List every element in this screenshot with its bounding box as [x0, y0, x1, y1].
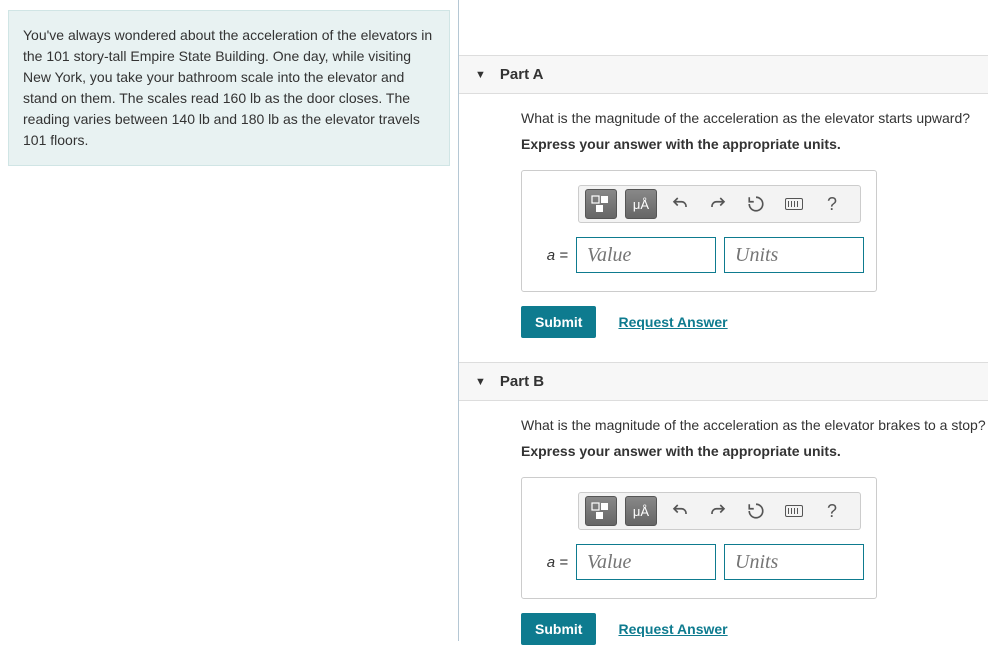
problem-statement: You've always wondered about the acceler… — [8, 10, 450, 166]
redo-icon[interactable] — [703, 189, 733, 219]
part-b-input-area: μÅ ? a = — [521, 477, 877, 599]
part-b-header[interactable]: ▼ Part B — [459, 362, 988, 401]
template-icon[interactable] — [585, 496, 617, 526]
part-b-variable-label: a = — [534, 554, 568, 571]
part-a-instruction: Express your answer with the appropriate… — [521, 136, 988, 152]
keyboard-icon[interactable] — [779, 496, 809, 526]
part-a-input-row: a = — [534, 237, 864, 273]
part-a-submit-button[interactable]: Submit — [521, 306, 596, 338]
reset-icon[interactable] — [741, 496, 771, 526]
part-a-title: Part A — [500, 66, 544, 83]
part-b-submit-button[interactable]: Submit — [521, 613, 596, 645]
part-b-title: Part B — [500, 373, 544, 390]
part-b-actions: Submit Request Answer — [521, 613, 988, 645]
part-a-toolbar: μÅ ? — [578, 185, 861, 223]
part-b-toolbar: μÅ ? — [578, 492, 861, 530]
units-symbol-icon[interactable]: μÅ — [625, 189, 657, 219]
part-a-actions: Submit Request Answer — [521, 306, 988, 338]
part-b-value-input[interactable] — [576, 544, 716, 580]
part-b-units-input[interactable] — [724, 544, 864, 580]
undo-icon[interactable] — [665, 189, 695, 219]
help-icon[interactable]: ? — [817, 189, 847, 219]
help-icon[interactable]: ? — [817, 496, 847, 526]
template-icon[interactable] — [585, 189, 617, 219]
part-b-instruction: Express your answer with the appropriate… — [521, 443, 988, 459]
caret-down-icon: ▼ — [475, 376, 486, 388]
caret-down-icon: ▼ — [475, 69, 486, 81]
part-a-value-input[interactable] — [576, 237, 716, 273]
part-a-variable-label: a = — [534, 247, 568, 264]
problem-panel: You've always wondered about the acceler… — [0, 0, 458, 641]
part-a-question: What is the magnitude of the acceleratio… — [521, 110, 988, 126]
keyboard-icon[interactable] — [779, 189, 809, 219]
redo-icon[interactable] — [703, 496, 733, 526]
part-a-body: What is the magnitude of the acceleratio… — [459, 94, 988, 362]
part-b-input-row: a = — [534, 544, 864, 580]
answer-panel: ▼ Part A What is the magnitude of the ac… — [458, 0, 988, 641]
part-b-question: What is the magnitude of the acceleratio… — [521, 417, 988, 433]
part-a-request-answer-link[interactable]: Request Answer — [618, 314, 727, 330]
reset-icon[interactable] — [741, 189, 771, 219]
part-b-body: What is the magnitude of the acceleratio… — [459, 401, 988, 669]
problem-text: You've always wondered about the acceler… — [23, 27, 432, 148]
units-symbol-icon[interactable]: μÅ — [625, 496, 657, 526]
part-b-request-answer-link[interactable]: Request Answer — [618, 621, 727, 637]
part-a-units-input[interactable] — [724, 237, 864, 273]
part-a-input-area: μÅ ? a = — [521, 170, 877, 292]
undo-icon[interactable] — [665, 496, 695, 526]
part-a-header[interactable]: ▼ Part A — [459, 55, 988, 94]
